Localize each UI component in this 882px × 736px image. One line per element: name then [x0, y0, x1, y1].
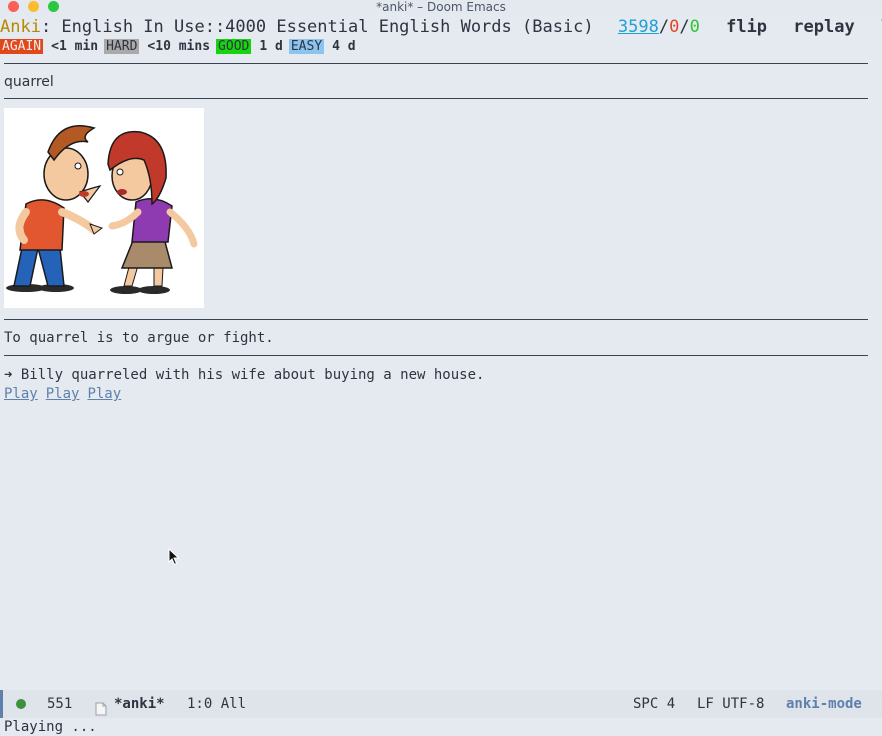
minimize-window-button[interactable]: [28, 1, 39, 12]
play-link-2[interactable]: Play: [46, 386, 80, 402]
card-word: quarrel: [4, 74, 54, 90]
anki-header-line: Anki: English In Use::4000 Essential Eng…: [0, 16, 882, 38]
line-count: 551: [47, 696, 73, 712]
again-button[interactable]: AGAIN: [0, 39, 44, 54]
modeline: 551 *anki* 1:0 All SPC 4 LF UTF-8 anki-m…: [0, 690, 882, 718]
card-image: [4, 108, 204, 308]
play-link-1[interactable]: Play: [4, 386, 38, 402]
count-separator: /: [679, 17, 690, 37]
good-button[interactable]: GOOD: [216, 39, 252, 54]
buffer-name[interactable]: *anki*: [114, 690, 165, 718]
easy-button[interactable]: EASY: [288, 39, 325, 54]
cursor-position: 1:0 All: [187, 696, 247, 712]
card-example: ➜ Billy quarreled with his wife about bu…: [4, 367, 485, 383]
deck-name: : English In Use::4000 Essential English…: [40, 17, 594, 37]
play-link-3[interactable]: Play: [87, 386, 121, 402]
hard-interval: <10 mins: [147, 39, 211, 54]
flip-button[interactable]: flip: [726, 17, 767, 37]
new-count-link[interactable]: 3598: [618, 17, 659, 37]
app-name: Anki: [0, 17, 41, 37]
card-definition: To quarrel is to argue or fight.: [4, 330, 274, 346]
major-mode[interactable]: anki-mode: [786, 690, 862, 718]
close-window-button[interactable]: [8, 1, 19, 12]
again-interval: <1 min: [51, 39, 99, 54]
learn-count: 0: [669, 17, 680, 37]
echo-area: Playing ...: [4, 719, 97, 735]
hard-button[interactable]: HARD: [104, 39, 140, 54]
easy-interval: 4 d: [332, 39, 356, 54]
replay-button[interactable]: replay: [793, 17, 854, 37]
window-title: *anki* – Doom Emacs: [376, 0, 506, 14]
divider: [4, 98, 868, 99]
maximize-window-button[interactable]: [48, 1, 59, 12]
count-separator: /: [658, 17, 670, 37]
divider: [4, 355, 868, 356]
divider: [4, 63, 868, 64]
status-dot-icon: [16, 699, 26, 709]
mouse-pointer-icon: [168, 547, 180, 570]
encoding[interactable]: LF UTF-8: [697, 690, 764, 718]
window-titlebar: *anki* – Doom Emacs: [0, 0, 882, 14]
file-icon: [95, 698, 107, 726]
good-interval: 1 d: [259, 39, 283, 54]
review-count: 0: [689, 17, 700, 37]
answer-buttons-bar: AGAIN <1 min HARD <10 mins GOOD 1 d EASY 4 d: [0, 38, 362, 55]
play-links: Play Play Play: [4, 385, 129, 403]
divider: [4, 319, 868, 320]
indent-setting[interactable]: SPC 4: [633, 690, 675, 718]
